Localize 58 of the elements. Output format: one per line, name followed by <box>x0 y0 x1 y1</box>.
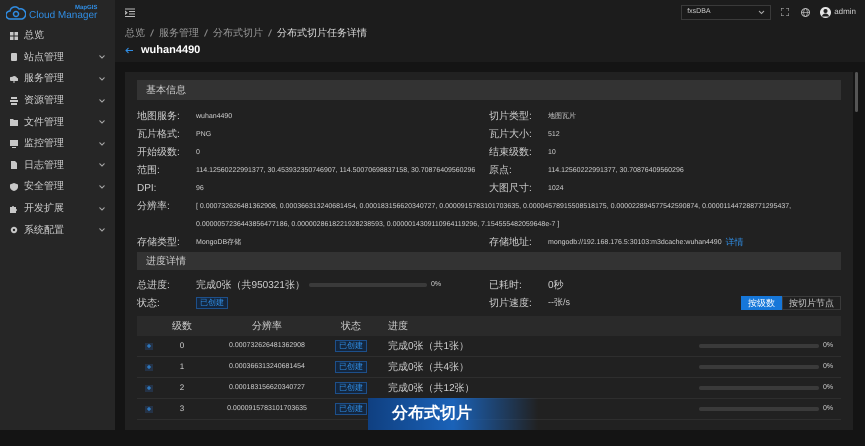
sidebar-item[interactable]: 文件管理 <box>0 111 115 133</box>
field-label: 开始级数: <box>137 146 181 160</box>
sidebar-item[interactable]: 安全管理 <box>0 176 115 198</box>
field-label: 存储类型: <box>137 236 181 250</box>
sidebar-item[interactable]: 资源管理 <box>0 90 115 112</box>
progress-text: 完成0张（共4张） <box>388 360 470 374</box>
breadcrumb-link[interactable]: 服务管理 <box>159 26 199 40</box>
column-header: 分辨率 <box>251 320 283 334</box>
view-toggle-button[interactable]: 按切片节点 <box>782 296 841 310</box>
view-toggle-button[interactable]: 按级数 <box>741 296 782 310</box>
brand-name: Cloud Manager <box>29 11 98 21</box>
sidebar-item[interactable]: 日志管理 <box>0 154 115 176</box>
progress-text: 完成0张（共1张） <box>388 340 470 354</box>
table-cell-text: 3 <box>178 403 186 415</box>
field-label: 瓦片大小: <box>489 128 533 142</box>
user-name[interactable]: admin <box>834 6 856 18</box>
field-label: 大图尺寸: <box>489 182 533 196</box>
breadcrumb-link[interactable]: 分布式切片 <box>213 26 263 40</box>
field-label: 切片速度: <box>489 296 533 310</box>
table-cell-text: 0 <box>178 340 186 352</box>
progress-text: 完成0张（共950321张） <box>196 278 305 292</box>
field-value: 0秒 <box>548 278 564 292</box>
field-label: 地图服务: <box>137 110 181 124</box>
section-title: 进度详情 <box>146 254 186 268</box>
sidebar-item[interactable]: 站点管理 <box>0 46 115 68</box>
details-link[interactable]: 详情 <box>726 236 744 250</box>
field-label: 分辨率: <box>137 200 171 214</box>
status-tag: 已创建 <box>335 403 367 415</box>
status-tag: 已创建 <box>335 361 367 373</box>
section-title: 基本信息 <box>146 84 186 98</box>
progress-text: 完成0张（共12张） <box>388 382 476 396</box>
column-header: 状态 <box>340 320 362 334</box>
sidebar-item[interactable]: 系统配置 <box>0 219 115 241</box>
status-tag: 已创建 <box>196 297 228 309</box>
sidebar-item[interactable]: 总览 <box>0 25 115 47</box>
column-header: 级数 <box>171 320 193 334</box>
field-label: DPI: <box>137 182 158 196</box>
table-cell-text: 1 <box>178 361 186 373</box>
breadcrumb-link[interactable]: 总览 <box>125 26 145 40</box>
field-label: 切片类型: <box>489 110 533 124</box>
status-tag: 已创建 <box>335 340 367 352</box>
caption-text: 分布式切片 <box>392 404 472 424</box>
field-label: 已耗时: <box>489 278 523 292</box>
column-header: 进度 <box>387 320 409 334</box>
field-label: 总进度: <box>137 278 171 292</box>
sidebar-item[interactable]: 开发扩展 <box>0 198 115 220</box>
field-label: 存储地址: <box>489 236 533 250</box>
field-label: 结束级数: <box>489 146 533 160</box>
sidebar-item[interactable]: 服务管理 <box>0 68 115 90</box>
field-value: --张/s <box>548 296 571 310</box>
field-label: 瓦片格式: <box>137 128 181 142</box>
page-title: wuhan4490 <box>141 42 200 58</box>
table-cell-text: 2 <box>178 382 186 394</box>
status-tag: 已创建 <box>335 382 367 394</box>
field-label: 范围: <box>137 164 161 178</box>
field-label: 原点: <box>489 164 513 178</box>
field-label: 状态: <box>137 296 161 310</box>
sidebar-item[interactable]: 监控管理 <box>0 132 115 155</box>
